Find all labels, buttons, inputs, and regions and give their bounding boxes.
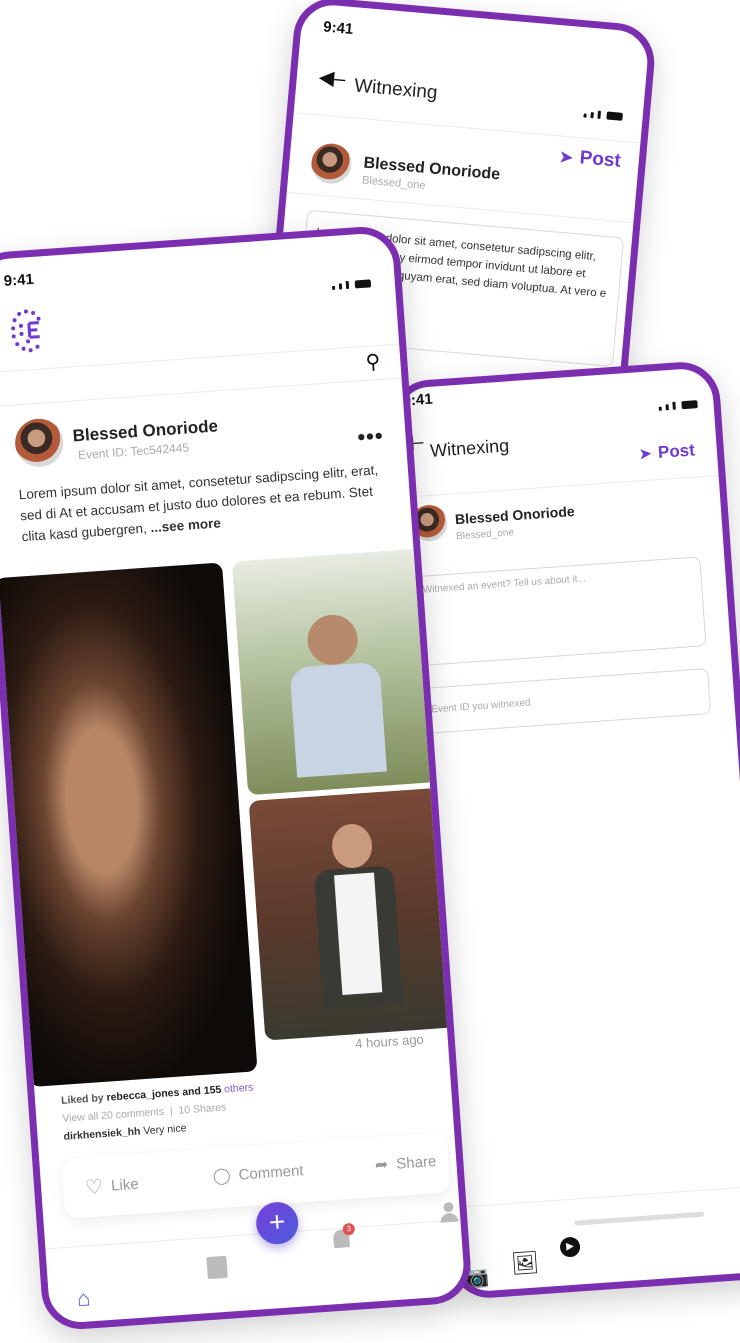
user-name: Blessed Onoriode [454, 502, 576, 528]
post-button[interactable]: ➤ Post [638, 440, 696, 464]
front-phone: 9:41 ⚲ Blessed Onoriode Event ID: Tec542… [0, 224, 474, 1332]
back-arrow-icon[interactable]: ◀‒ [318, 64, 347, 91]
status-icons [583, 109, 623, 121]
user-name: Blessed Onoriode [72, 416, 219, 446]
like-button[interactable]: ♡ Like [84, 1172, 140, 1201]
avatar [309, 141, 354, 186]
heart-icon: ♡ [84, 1176, 104, 1200]
gallery-icon[interactable]: 🖼 [510, 1249, 540, 1277]
event-description-field[interactable]: Witnexed an event? Tell us about it... [412, 556, 707, 667]
post-actions-bar: ♡ Like ◯ Comment ➦ Share [61, 1132, 451, 1219]
app-logo [6, 304, 49, 357]
create-post-button[interactable]: + [254, 1200, 300, 1246]
top-comment: dirkhensiek_hh Very nice [63, 1122, 187, 1143]
status-time: 9:41 [322, 18, 354, 39]
post-photo-main[interactable] [0, 562, 258, 1088]
time-ago: 4 hours ago [354, 1031, 425, 1052]
video-icon[interactable]: ▶ [559, 1236, 581, 1258]
page-title: Witnexing [429, 435, 510, 461]
notification-badge: 3 [342, 1222, 356, 1236]
event-description-placeholder: Witnexed an event? Tell us about it... [422, 573, 587, 596]
status-time: 9:41 [3, 270, 35, 290]
book-icon[interactable] [206, 1255, 228, 1280]
post-photo-top[interactable] [231, 547, 448, 796]
status-icons [658, 400, 698, 411]
status-icons [331, 279, 372, 291]
page-title: Witnexing [353, 75, 439, 104]
home-indicator [574, 1211, 705, 1226]
search-icon[interactable]: ⚲ [365, 349, 381, 375]
event-id-placeholder: Event ID you witnexed [430, 697, 531, 716]
event-id-field[interactable]: Event ID you witnexed [420, 668, 712, 735]
post-photo-bottom[interactable] [248, 787, 465, 1041]
share-icon: ➦ [374, 1156, 389, 1175]
comment-button[interactable]: ◯ Comment [212, 1160, 304, 1186]
post-button[interactable]: ➤ Post [558, 145, 622, 172]
profile-icon[interactable] [439, 1201, 459, 1223]
send-icon: ➤ [557, 145, 575, 168]
see-more-link[interactable]: ...see more [150, 515, 221, 535]
more-options-icon[interactable]: ••• [357, 423, 385, 451]
avatar [13, 417, 65, 469]
post-text: Lorem ipsum dolor sit amet, consetetur s… [18, 462, 379, 545]
share-button[interactable]: ➦ Share [374, 1151, 437, 1175]
send-icon: ➤ [638, 445, 653, 464]
comment-icon: ◯ [212, 1167, 232, 1186]
home-icon[interactable]: ⌂ [76, 1285, 91, 1312]
user-handle: Blessed_one [455, 527, 515, 543]
